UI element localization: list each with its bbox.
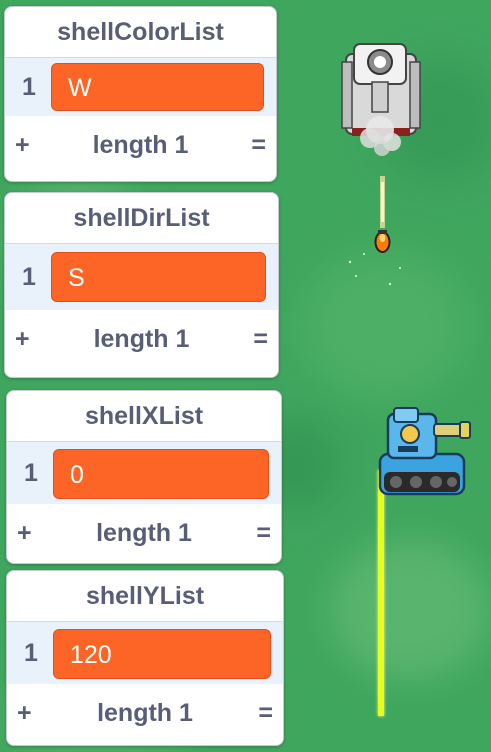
list-monitor-footer: + length 1 =	[5, 116, 276, 174]
enemy-shell-sprite	[348, 176, 401, 286]
enemy-tank-sprite[interactable]	[338, 38, 424, 164]
list-monitor-shellDirList[interactable]: shellDirList 1 S + length 1 =	[4, 192, 279, 378]
list-monitor-footer: + length 1 =	[5, 310, 278, 368]
player-tank-sprite[interactable]	[372, 400, 476, 504]
list-item-value[interactable]: W	[51, 63, 264, 111]
list-monitor-shellColorList[interactable]: shellColorList 1 W + length 1 =	[4, 6, 277, 182]
list-length-label: length 1	[92, 131, 189, 159]
list-monitor-title: shellXList	[7, 391, 281, 442]
list-item: 1 120	[7, 622, 283, 684]
list-monitor-footer: + length 1 =	[7, 684, 283, 742]
list-length-label: length 1	[97, 699, 193, 727]
shell-icon	[348, 176, 401, 286]
resize-handle[interactable]: =	[253, 310, 268, 368]
list-item-value[interactable]: S	[51, 252, 266, 302]
list-item: 1 0	[7, 442, 281, 504]
resize-handle[interactable]: =	[256, 504, 271, 562]
list-item-index: 1	[24, 639, 38, 667]
list-length-label: length 1	[93, 325, 190, 353]
list-monitor-title: shellColorList	[5, 7, 276, 58]
game-stage[interactable]: shellColorList 1 W + length 1 = shellDir…	[0, 0, 491, 752]
list-item: 1 S	[5, 244, 278, 310]
list-monitor-title: shellDirList	[5, 193, 278, 244]
resize-handle[interactable]: =	[251, 116, 266, 174]
list-monitor-shellXList[interactable]: shellXList 1 0 + length 1 =	[6, 390, 282, 564]
list-item: 1 W	[5, 58, 276, 116]
aim-laser	[378, 470, 384, 716]
grass-patch	[330, 540, 490, 680]
list-item-index: 1	[22, 73, 36, 101]
list-item-value[interactable]: 120	[53, 629, 271, 679]
enemy-tank-icon	[341, 43, 421, 156]
resize-handle[interactable]: =	[258, 684, 273, 742]
list-length-label: length 1	[96, 519, 192, 547]
player-tank-icon	[378, 407, 471, 496]
list-item-value[interactable]: 0	[53, 449, 269, 499]
list-monitor-footer: + length 1 =	[7, 504, 281, 562]
list-monitor-title: shellYList	[7, 571, 283, 622]
list-item-index: 1	[22, 263, 36, 291]
list-monitor-shellYList[interactable]: shellYList 1 120 + length 1 =	[6, 570, 284, 746]
list-item-index: 1	[24, 459, 38, 487]
